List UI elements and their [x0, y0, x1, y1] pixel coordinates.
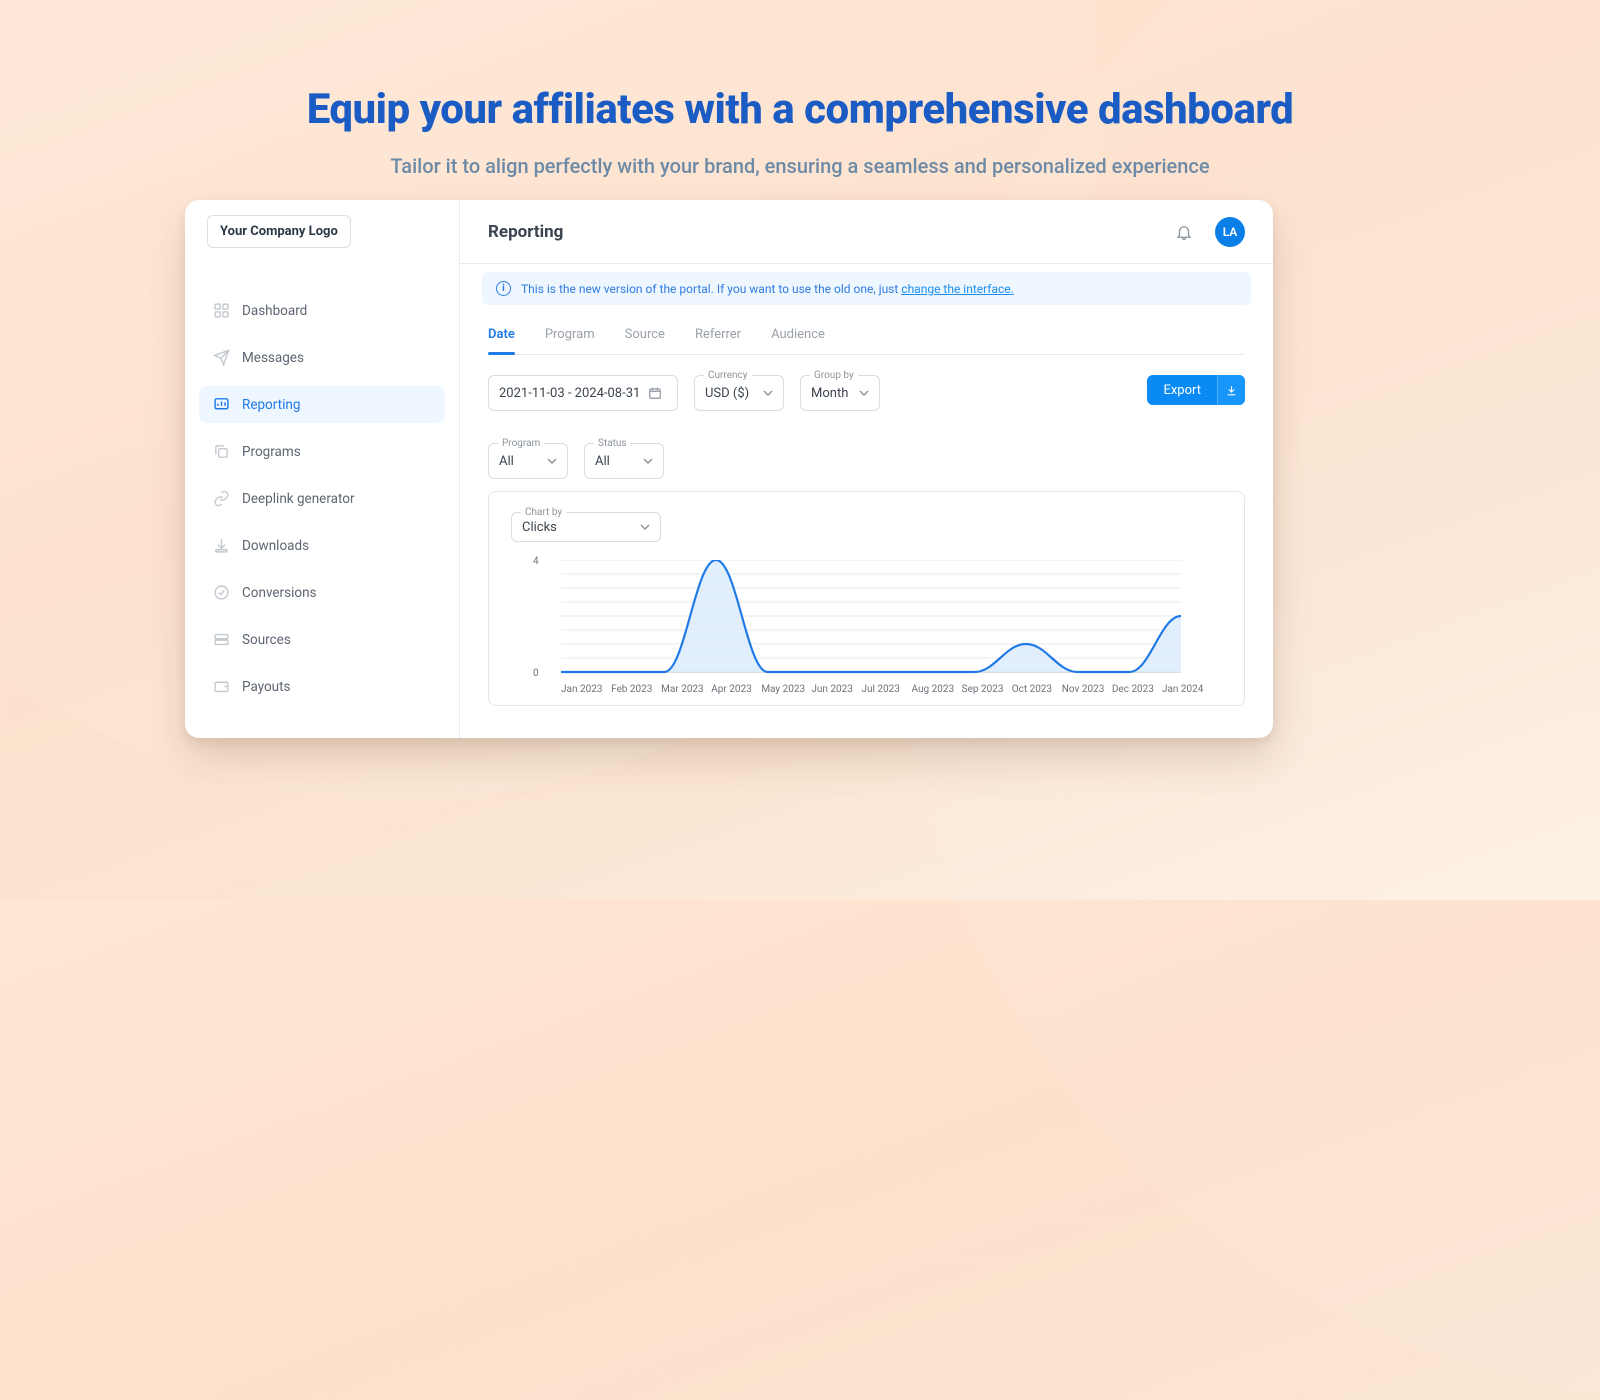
- chevron-down-icon: [859, 388, 869, 398]
- chart-icon: [213, 396, 230, 413]
- sidebar-item-label: Programs: [242, 444, 301, 460]
- banner-link[interactable]: change the interface.: [901, 282, 1014, 296]
- sidebar-item-reporting[interactable]: Reporting: [199, 386, 445, 423]
- sidebar-item-label: Messages: [242, 350, 304, 366]
- hero-subtitle: Tailor it to align perfectly with your b…: [0, 154, 1600, 178]
- send-icon: [213, 349, 230, 366]
- groupby-label: Group by: [810, 370, 858, 381]
- groupby-field[interactable]: Group by Month: [800, 375, 880, 411]
- xtick: Jan 2023: [561, 684, 611, 695]
- xtick: Nov 2023: [1062, 684, 1112, 695]
- sidebar-item-messages[interactable]: Messages: [199, 339, 445, 376]
- banner-text: This is the new version of the portal. I…: [521, 282, 1014, 296]
- download-icon: [213, 537, 230, 554]
- sidebar-nav: Dashboard Messages Reporting Programs De…: [185, 264, 459, 715]
- bell-icon[interactable]: [1175, 223, 1193, 241]
- tab-program[interactable]: Program: [545, 327, 595, 354]
- tab-date[interactable]: Date: [488, 327, 515, 354]
- sources-icon: [213, 631, 230, 648]
- grid-icon: [213, 302, 230, 319]
- xtick: Mar 2023: [661, 684, 711, 695]
- report-tabs: Date Program Source Referrer Audience: [488, 327, 1245, 355]
- sidebar-item-downloads[interactable]: Downloads: [199, 527, 445, 564]
- status-label: Status: [594, 438, 631, 449]
- xtick: Apr 2023: [711, 684, 761, 695]
- chart-card: Chart by Clicks 4 0: [488, 491, 1245, 706]
- xtick: Oct 2023: [1012, 684, 1062, 695]
- xtick: Dec 2023: [1112, 684, 1162, 695]
- export-label: Export: [1147, 375, 1217, 405]
- chartby-field[interactable]: Chart by Clicks: [511, 512, 661, 542]
- currency-label: Currency: [704, 370, 752, 381]
- chartby-value: Clicks: [522, 520, 557, 535]
- avatar[interactable]: LA: [1215, 217, 1245, 247]
- sidebar-item-label: Deeplink generator: [242, 491, 355, 507]
- xtick: Jun 2023: [811, 684, 861, 695]
- sidebar: Your Company Logo Dashboard Messages Rep…: [185, 200, 460, 738]
- topbar: Reporting LA: [460, 200, 1273, 264]
- calendar-icon: [648, 386, 662, 400]
- page-title: Reporting: [488, 222, 563, 242]
- currency-field[interactable]: Currency USD ($): [694, 375, 784, 411]
- currency-value: USD ($): [705, 386, 749, 401]
- sidebar-item-label: Conversions: [242, 585, 317, 601]
- sidebar-item-label: Sources: [242, 632, 291, 648]
- date-range-field[interactable]: 2021-11-03 - 2024-08-31: [488, 375, 678, 411]
- chevron-down-icon: [763, 388, 773, 398]
- xtick: Feb 2023: [611, 684, 661, 695]
- sidebar-item-label: Downloads: [242, 538, 309, 554]
- wallet-icon: [213, 678, 230, 695]
- chartby-label: Chart by: [521, 507, 566, 518]
- ytick: 0: [533, 668, 539, 679]
- target-icon: [213, 584, 230, 601]
- ytick: 4: [533, 556, 539, 567]
- status-value: All: [595, 454, 610, 469]
- info-icon: i: [496, 281, 511, 296]
- sidebar-item-dashboard[interactable]: Dashboard: [199, 292, 445, 329]
- xtick: Sep 2023: [962, 684, 1012, 695]
- chevron-down-icon: [547, 456, 557, 466]
- app-card: Your Company Logo Dashboard Messages Rep…: [185, 200, 1273, 738]
- program-value: All: [499, 454, 514, 469]
- sidebar-item-deeplink[interactable]: Deeplink generator: [199, 480, 445, 517]
- sidebar-item-conversions[interactable]: Conversions: [199, 574, 445, 611]
- program-field[interactable]: Program All: [488, 443, 568, 479]
- program-label: Program: [498, 438, 544, 449]
- x-axis: Jan 2023Feb 2023Mar 2023Apr 2023May 2023…: [561, 684, 1212, 695]
- tab-referrer[interactable]: Referrer: [695, 327, 741, 354]
- chevron-down-icon: [643, 456, 653, 466]
- hero-title: Equip your affiliates with a comprehensi…: [0, 85, 1600, 134]
- tab-source[interactable]: Source: [625, 327, 665, 354]
- link-icon: [213, 490, 230, 507]
- chevron-down-icon: [640, 522, 650, 532]
- status-field[interactable]: Status All: [584, 443, 664, 479]
- sidebar-item-label: Payouts: [242, 679, 291, 695]
- xtick: Jan 2024: [1162, 684, 1212, 695]
- sidebar-item-label: Reporting: [242, 397, 300, 413]
- date-range-value: 2021-11-03 - 2024-08-31: [499, 386, 640, 401]
- tab-audience[interactable]: Audience: [771, 327, 825, 354]
- sidebar-item-sources[interactable]: Sources: [199, 621, 445, 658]
- xtick: Aug 2023: [912, 684, 962, 695]
- sidebar-item-programs[interactable]: Programs: [199, 433, 445, 470]
- xtick: Jul 2023: [861, 684, 911, 695]
- export-button[interactable]: Export: [1147, 375, 1245, 405]
- chart-area: 4 0: [511, 560, 1222, 695]
- main-panel: Reporting LA i This is the new version o…: [460, 200, 1273, 738]
- copy-icon: [213, 443, 230, 460]
- sidebar-item-label: Dashboard: [242, 303, 307, 319]
- company-logo: Your Company Logo: [207, 215, 351, 248]
- clicks-chart: [561, 560, 1181, 680]
- xtick: May 2023: [761, 684, 811, 695]
- info-banner: i This is the new version of the portal.…: [482, 272, 1251, 305]
- sidebar-item-payouts[interactable]: Payouts: [199, 668, 445, 705]
- groupby-value: Month: [811, 386, 848, 401]
- download-icon: [1217, 375, 1245, 405]
